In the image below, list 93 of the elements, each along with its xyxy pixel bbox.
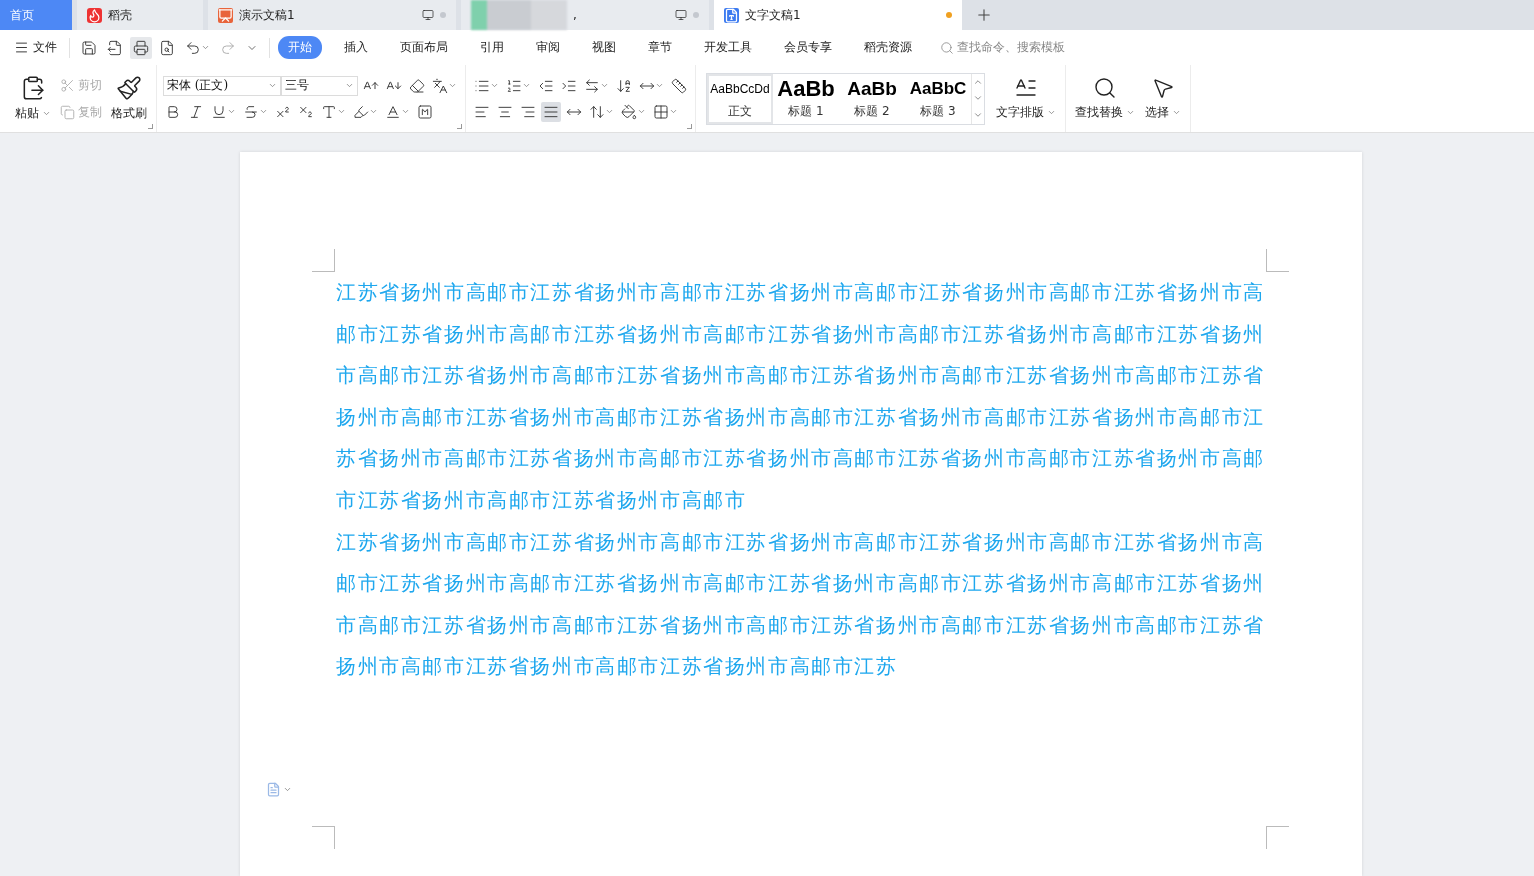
search-icon [940,40,954,55]
caret-icon [227,107,236,116]
underline-icon [211,103,227,120]
caret-icon [600,81,609,90]
phonetic-icon [432,77,448,94]
line-spacing-icon [589,103,605,120]
caret-icon [655,81,664,90]
numbered-list-icon [506,77,522,94]
italic-icon [188,103,204,120]
scissors-icon [60,77,75,93]
layout-icon [584,77,600,94]
command-search-field[interactable]: 查找命令、搜索模板 [940,39,1065,56]
ribbon-tab[interactable]: 稻壳资源 [854,36,922,59]
caret-icon [605,107,614,116]
document-tab[interactable]: 稻壳 [77,0,203,30]
caret-icon [669,107,678,116]
document-tab[interactable]: , [461,0,709,30]
style-option[interactable]: AaBbCcDd 正文 [707,73,773,124]
preview-icon [159,39,175,56]
dialog-launcher-icon[interactable] [687,124,692,129]
document-icon [724,7,739,23]
copy-icon [60,104,75,120]
ribbon-tab[interactable]: 插入 [334,36,378,59]
highlighter-icon [353,103,369,120]
caret-icon [401,107,410,116]
ribbon-tab[interactable]: 审阅 [526,36,570,59]
ribbon-tab[interactable]: 章节 [638,36,682,59]
caret-icon [268,81,277,90]
ribbon-tab[interactable]: 会员专享 [774,36,842,59]
caret-icon [522,81,531,90]
file-menu[interactable]: 文件 [10,37,61,58]
select-button[interactable]: 选择 [1142,74,1184,123]
document-tab[interactable]: 演示文稿1 [208,0,456,30]
font-color-icon [385,103,401,120]
ruler-icon [671,77,687,94]
caret-icon [448,81,457,90]
dialog-launcher-icon[interactable] [148,124,153,129]
pointer-icon [1151,76,1175,100]
justify-button[interactable] [541,101,561,122]
undo-icon [185,39,201,56]
ribbon-tab[interactable]: 开发工具 [694,36,762,59]
paintbrush-icon [116,75,142,101]
print-button[interactable] [130,36,152,59]
ribbon-tab[interactable]: 视图 [582,36,626,59]
caret-icon [259,107,268,116]
monitor-icon [675,9,687,21]
format-painter-button[interactable]: 格式刷 [108,73,150,124]
caret-icon [1172,108,1181,117]
find-replace-button[interactable]: 查找替换 [1072,74,1138,123]
corner-mark [312,249,335,272]
caret-icon [337,107,346,116]
ribbon-tab[interactable]: 引用 [470,36,514,59]
corner-mark [1266,826,1289,849]
text-effect-icon [321,103,337,120]
bold-icon [165,103,181,120]
dialog-launcher-icon[interactable] [457,124,462,129]
caret-icon [637,107,646,116]
document-icon [266,782,281,797]
strikethrough-icon [243,103,259,120]
flame-icon [87,7,102,23]
export-icon [107,39,123,56]
printer-icon [133,39,149,56]
font-size-select[interactable]: 三号 [281,75,358,96]
caret-icon [369,107,378,116]
blurred-icon [471,0,567,30]
ribbon-tab[interactable]: 页面布局 [390,36,458,59]
sort-icon [616,77,632,94]
plus-icon [975,6,993,24]
caret-icon [345,81,354,90]
font-family-select[interactable]: 宋体 (正文) [163,75,281,96]
caret-icon [1126,108,1135,117]
redo-icon [220,39,236,56]
document-tab[interactable]: 文字文稿1 [714,0,962,30]
paste-button[interactable]: 粘贴 [12,73,54,124]
slides-icon [218,7,233,23]
search-icon [1093,76,1117,100]
monitor-icon [422,9,434,21]
corner-mark [1266,249,1289,272]
paragraph: 江苏省扬州市高邮市江苏省扬州市高邮市江苏省扬州市高邮市江苏省扬州市高邮市江苏省扬州市高邮市江苏省扬州市高邮市江苏省扬州市高邮市江苏省扬州市高邮市江苏省扬州市高邮市江苏省扬州市高邮市江苏省扬州市高邮市江苏省扬州市高邮市江苏省扬州市高邮市江苏省扬州市高邮市江苏省扬州市高邮市江苏省扬州市高邮市江苏省扬州市高邮市江苏 [336,529,1266,681]
caret-icon [201,43,210,52]
borders-icon [653,103,669,120]
text-layout-button[interactable]: 文字排版 [993,74,1059,123]
caret-icon [42,109,51,118]
menu-icon [14,40,29,55]
caret-icon [283,785,292,794]
character-border-icon [417,103,433,120]
clear-format-icon [409,77,425,94]
caret-icon [1047,108,1056,117]
corner-mark [312,826,335,849]
shading-icon [621,103,637,120]
caret-icon [490,81,499,90]
paragraph: 江苏省扬州市高邮市江苏省扬州市高邮市江苏省扬州市高邮市江苏省扬州市高邮市江苏省扬州市高邮市江苏省扬州市高邮市江苏省扬州市高邮市江苏省扬州市高邮市江苏省扬州市高邮市江苏省扬州市高邮市江苏省扬州市高邮市江苏省扬州市高邮市江苏省扬州市高邮市江苏省扬州市高邮市江苏省扬州市高邮市江苏省扬州市高邮市江苏省扬州市高邮市江苏省扬州市高邮市江苏省扬州市高邮市江苏省扬州市高邮市江苏省扬州市高邮市江苏省扬州市高邮市江苏省扬州市高邮市江苏省扬州市高邮市江苏省扬州市高邮市江苏省扬州市高邮市 [336,280,1266,514]
save-icon [81,39,97,56]
